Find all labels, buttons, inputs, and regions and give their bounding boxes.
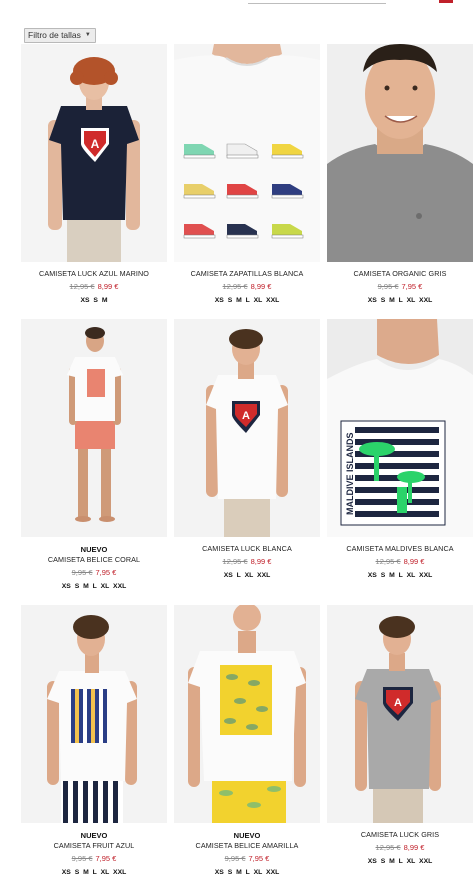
search-input[interactable] xyxy=(248,0,386,4)
size-list: XS S M L XL XXL xyxy=(61,869,127,876)
sale-price: 7,95 € xyxy=(95,854,117,863)
product-info: CAMISETA MALDIVES BLANCA 12,95 €8,99 € X… xyxy=(327,544,473,581)
size-list: XS S M L XL XXL xyxy=(214,869,280,876)
product-prices: 12,95 €8,99 € xyxy=(327,842,473,854)
product-prices: 9,95 €7,95 € xyxy=(21,853,167,865)
old-price: 9,95 € xyxy=(71,854,93,863)
sale-price: 7,95 € xyxy=(401,282,423,291)
size-list: XS S M L XL XXL xyxy=(214,297,280,304)
size-list: XS S M xyxy=(80,297,108,304)
chevron-down-icon: ▼ xyxy=(84,32,91,38)
product-card[interactable]: NUEVO CAMISETA BELICE CORAL 9,95 €7,95 €… xyxy=(21,319,167,605)
product-prices: 12,95 €8,99 € xyxy=(327,556,473,568)
new-badge: NUEVO xyxy=(80,831,108,840)
product-info: NUEVO CAMISETA BELICE AMARILLA 9,95 €7,9… xyxy=(174,830,320,878)
new-badge: NUEVO xyxy=(80,545,108,554)
size-list: XS S M L XL XXL xyxy=(61,583,127,590)
product-prices: 9,95 €7,95 € xyxy=(327,281,473,293)
product-image[interactable]: MALDIVE ISLANDS xyxy=(327,319,473,537)
product-listing-page: Filtro de tallas ▼ A CAMISETA LUCK AZUL … xyxy=(0,0,475,891)
sale-price: 7,95 € xyxy=(95,568,117,577)
product-card[interactable]: A CAMISETA LUCK BLANCA 12,95 €8,99 € XS … xyxy=(174,319,320,605)
product-info: NUEVO CAMISETA FRUIT AZUL 9,95 €7,95 € X… xyxy=(21,830,167,878)
product-image[interactable]: A xyxy=(327,605,473,823)
old-price: 12,95 € xyxy=(375,843,401,852)
sale-price: 8,99 € xyxy=(403,843,425,852)
product-image[interactable] xyxy=(21,319,167,537)
size-list: XS S M L XL XXL xyxy=(367,297,433,304)
svg-text:A: A xyxy=(91,137,100,151)
product-prices: 12,95 €8,99 € xyxy=(174,281,320,293)
old-price: 9,95 € xyxy=(224,854,246,863)
product-prices: 12,95 €8,99 € xyxy=(174,556,320,568)
sale-price: 8,99 € xyxy=(97,282,119,291)
product-card[interactable]: A CAMISETA LUCK AZUL MARINO 12,95 €8,99 … xyxy=(21,44,167,319)
product-card[interactable]: NUEVO CAMISETA FRUIT AZUL 9,95 €7,95 € X… xyxy=(21,605,167,891)
old-price: 9,95 € xyxy=(377,282,399,291)
sale-price: 8,99 € xyxy=(403,557,425,566)
product-name[interactable]: CAMISETA BELICE AMARILLA xyxy=(174,841,320,851)
size-list: XS S M L XL XXL xyxy=(367,572,433,579)
product-card[interactable]: MALDIVE ISLANDS CAMISETA MALDIVES BLANCA… xyxy=(327,319,473,605)
product-card[interactable]: CAMISETA ZAPATILLAS BLANCA 12,95 €8,99 €… xyxy=(174,44,320,319)
product-card[interactable]: CAMISETA ORGANIC GRIS 9,95 €7,95 € XS S … xyxy=(327,44,473,319)
old-price: 12,95 € xyxy=(222,282,248,291)
product-info: CAMISETA LUCK AZUL MARINO 12,95 €8,99 € … xyxy=(21,269,167,306)
product-info: CAMISETA LUCK GRIS 12,95 €8,99 € XS S M … xyxy=(327,830,473,867)
old-price: 12,95 € xyxy=(222,557,248,566)
new-badge: NUEVO xyxy=(233,831,261,840)
sale-price: 7,95 € xyxy=(248,854,270,863)
product-image[interactable] xyxy=(174,44,320,262)
old-price: 12,95 € xyxy=(69,282,95,291)
product-card[interactable]: NUEVO CAMISETA BELICE AMARILLA 9,95 €7,9… xyxy=(174,605,320,891)
old-price: 12,95 € xyxy=(375,557,401,566)
size-filter-select[interactable]: Filtro de tallas ▼ xyxy=(24,28,96,43)
product-image[interactable] xyxy=(21,605,167,823)
product-card[interactable]: A CAMISETA LUCK GRIS 12,95 €8,99 € XS S … xyxy=(327,605,473,891)
product-name[interactable]: CAMISETA ZAPATILLAS BLANCA xyxy=(174,269,320,279)
product-name[interactable]: CAMISETA LUCK BLANCA xyxy=(174,544,320,554)
print-text: MALDIVE ISLANDS xyxy=(345,432,355,515)
old-price: 9,95 € xyxy=(71,568,93,577)
product-info: NUEVO CAMISETA BELICE CORAL 9,95 €7,95 €… xyxy=(21,544,167,592)
svg-text:A: A xyxy=(394,697,402,709)
size-filter-label: Filtro de tallas xyxy=(28,30,81,40)
size-list: XS L XL XXL xyxy=(223,572,271,579)
svg-text:A: A xyxy=(242,410,250,422)
product-image[interactable] xyxy=(174,605,320,823)
product-info: CAMISETA ORGANIC GRIS 9,95 €7,95 € XS S … xyxy=(327,269,473,306)
sale-price: 8,99 € xyxy=(250,557,272,566)
product-name[interactable]: CAMISETA LUCK GRIS xyxy=(327,830,473,840)
product-name[interactable]: CAMISETA BELICE CORAL xyxy=(21,555,167,565)
product-image[interactable]: A xyxy=(174,319,320,537)
product-info: CAMISETA ZAPATILLAS BLANCA 12,95 €8,99 €… xyxy=(174,269,320,306)
size-list: XS S M L XL XXL xyxy=(367,858,433,865)
cart-icon[interactable] xyxy=(439,0,453,3)
product-prices: 9,95 €7,95 € xyxy=(174,853,320,865)
sale-price: 8,99 € xyxy=(250,282,272,291)
product-name[interactable]: CAMISETA FRUIT AZUL xyxy=(21,841,167,851)
product-prices: 9,95 €7,95 € xyxy=(21,567,167,579)
product-info: CAMISETA LUCK BLANCA 12,95 €8,99 € XS L … xyxy=(174,544,320,581)
product-image[interactable]: A xyxy=(21,44,167,262)
product-name[interactable]: CAMISETA LUCK AZUL MARINO xyxy=(21,269,167,279)
product-name[interactable]: CAMISETA MALDIVES BLANCA xyxy=(327,544,473,554)
product-name[interactable]: CAMISETA ORGANIC GRIS xyxy=(327,269,473,279)
product-prices: 12,95 €8,99 € xyxy=(21,281,167,293)
product-grid: A CAMISETA LUCK AZUL MARINO 12,95 €8,99 … xyxy=(21,44,473,891)
product-image[interactable] xyxy=(327,44,473,262)
